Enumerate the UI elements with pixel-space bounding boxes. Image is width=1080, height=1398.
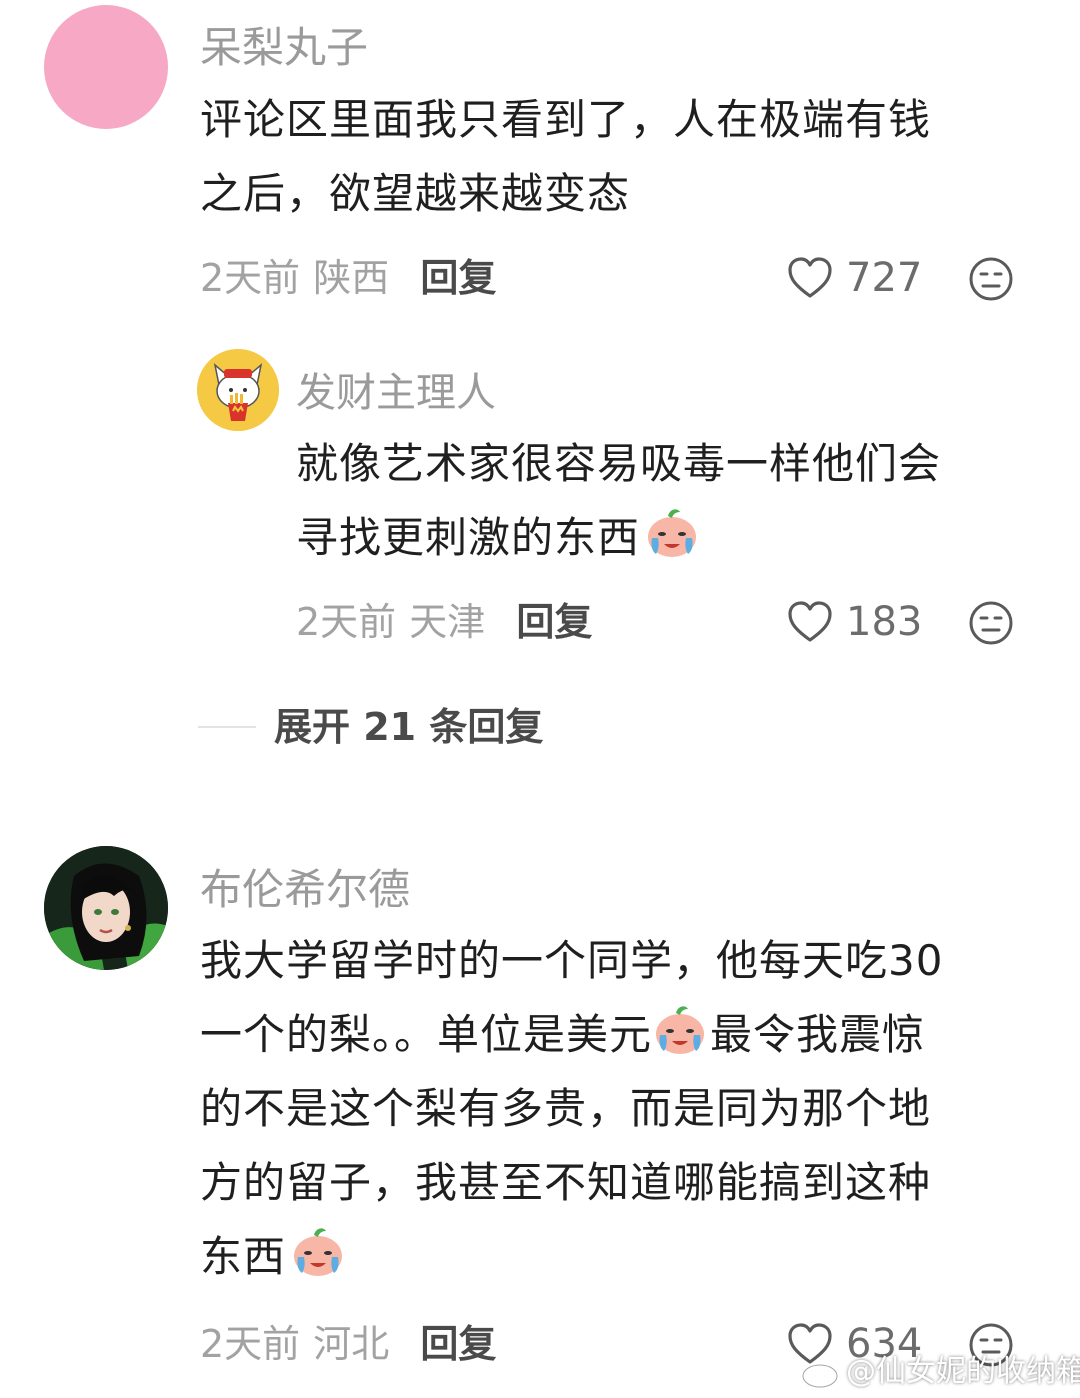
reply-meta: 2天前 天津 回复 (296, 596, 592, 648)
avatar[interactable] (44, 5, 168, 129)
weibo-logo-icon (800, 1354, 844, 1390)
comment-line: 东西 (200, 1220, 943, 1294)
comment-location: 陕西 (313, 256, 390, 300)
crying-peach-emoji (644, 504, 700, 560)
divider-line (198, 726, 256, 728)
comment-line: 一个的梨。。单位是美元 最令我震惊 (200, 998, 943, 1072)
expand-replies-button[interactable]: 展开 21 条回复 (274, 700, 543, 754)
comment-line: 我大学留学时的一个同学，他每天吃30 (200, 936, 944, 985)
comment-username[interactable]: 布伦希尔德 (200, 856, 410, 917)
reply-button[interactable]: 回复 (420, 1322, 496, 1366)
comment-time: 2天前 (200, 1322, 301, 1366)
reply-avatar[interactable] (197, 349, 279, 431)
reply-text: 就像艺术家很容易吸毒一样他们会 寻找更刺激的东西 (296, 427, 941, 575)
comment-line: 评论区里面我只看到了，人在极端有钱 (200, 95, 932, 144)
comment-line-text: 东西 (200, 1232, 287, 1281)
comment-line-text: 一个的梨。。单位是美元 (200, 1010, 653, 1059)
comment-line: 的不是这个梨有多贵，而是同为那个地 (200, 1084, 932, 1133)
unamused-face-icon[interactable] (968, 256, 1014, 302)
unamused-face-icon[interactable] (968, 600, 1014, 646)
reply-button[interactable]: 回复 (420, 256, 496, 300)
comment-meta: 2天前 陕西 回复 (200, 252, 496, 304)
avatar[interactable] (44, 846, 168, 970)
comment-text: 评论区里面我只看到了，人在极端有钱 之后，欲望越来越变态 (200, 83, 931, 231)
comment-line: 之后，欲望越来越变态 (200, 169, 631, 218)
reply-username[interactable]: 发财主理人 (296, 360, 496, 418)
like-count: 183 (846, 599, 923, 645)
reply-button[interactable]: 回复 (516, 600, 592, 644)
watermark-text: @仙女妮的收纳箱 (846, 1354, 1080, 1389)
reply-line: 就像艺术家很容易吸毒一样他们会 (296, 439, 942, 488)
reply-time: 2天前 (296, 600, 397, 644)
comment-text: 我大学留学时的一个同学，他每天吃30 一个的梨。。单位是美元 最令我震惊 的不是这… (200, 924, 943, 1294)
like-count: 727 (846, 255, 923, 301)
reply-line: 寻找更刺激的东西 (296, 501, 941, 575)
comment-time: 2天前 (200, 256, 301, 300)
crying-peach-emoji (290, 1223, 346, 1279)
heart-outline-icon[interactable] (786, 598, 834, 646)
comment-location: 河北 (313, 1322, 390, 1366)
reply-line-text: 寻找更刺激的东西 (296, 513, 641, 562)
reply-location: 天津 (409, 600, 486, 644)
comment-line-text: 最令我震惊 (710, 1010, 926, 1059)
comment-username[interactable]: 呆梨丸子 (200, 14, 368, 75)
comment-line: 方的留子，我甚至不知道哪能搞到这种 (200, 1158, 932, 1207)
heart-outline-icon[interactable] (786, 254, 834, 302)
comment-meta: 2天前 河北 回复 (200, 1318, 496, 1370)
crying-peach-emoji (652, 1001, 708, 1057)
